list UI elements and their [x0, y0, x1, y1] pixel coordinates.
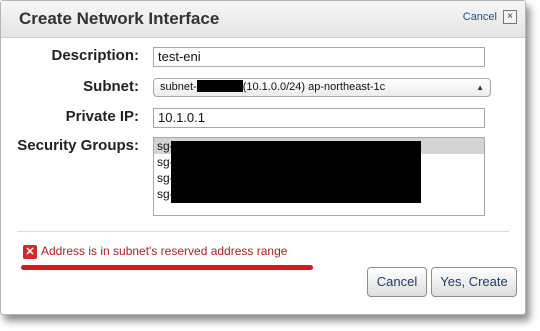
close-icon[interactable]: × [503, 10, 517, 24]
private-ip-input[interactable] [153, 108, 485, 128]
updown-arrows-icon: ▲ [476, 83, 484, 92]
subnet-select[interactable]: subnet- (10.1.0.0/24) ap-northeast-1c ▲ [153, 78, 491, 97]
yes-create-button[interactable]: Yes, Create [431, 267, 517, 297]
redaction-block [171, 141, 421, 203]
cancel-link[interactable]: Cancel [463, 11, 497, 23]
cancel-button[interactable]: Cancel [367, 267, 427, 297]
create-network-interface-dialog: Create Network Interface Cancel × Descri… [0, 0, 526, 315]
divider [17, 231, 509, 232]
description-label: Description: [51, 47, 139, 64]
error-message: Address is in subnet's reserved address … [41, 244, 288, 258]
redacted-subnet-id [196, 80, 243, 92]
private-ip-label: Private IP: [65, 108, 139, 125]
dialog-titlebar: Create Network Interface Cancel × [1, 1, 525, 38]
dialog-title: Create Network Interface [19, 9, 220, 28]
subnet-suffix: (10.1.0.0/24) ap-northeast-1c [242, 81, 386, 93]
description-input[interactable] [153, 47, 485, 67]
error-icon: ✕ [23, 245, 37, 259]
subnet-prefix: subnet- [160, 81, 197, 93]
error-highlight-underline [21, 265, 313, 270]
security-groups-label: Security Groups: [17, 137, 139, 154]
subnet-label: Subnet: [83, 78, 139, 95]
